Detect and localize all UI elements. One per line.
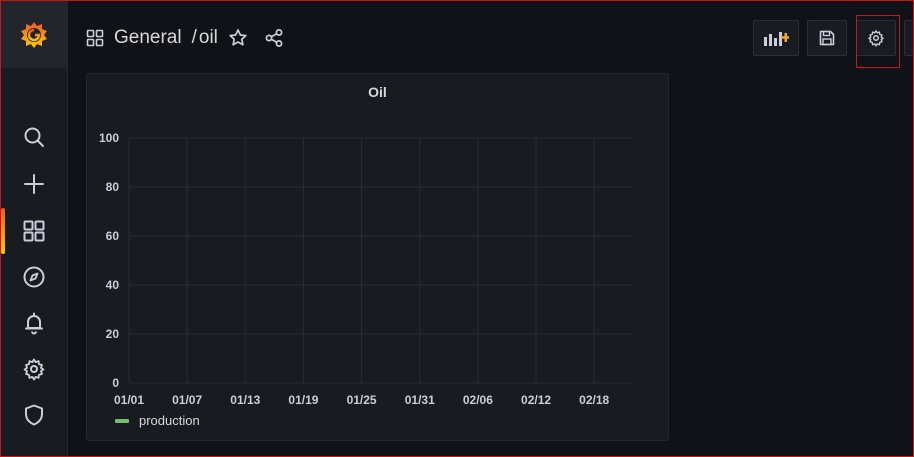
x-tick-label: 01/25 [347, 393, 377, 407]
legend-swatch-production [115, 418, 129, 423]
x-tick-label: 02/06 [463, 393, 493, 407]
dashboards-icon [23, 220, 45, 242]
add-panel-button[interactable] [753, 20, 799, 56]
x-tick-label: 01/31 [405, 393, 435, 407]
dashboard-grid-icon [86, 29, 104, 47]
search-icon [24, 127, 44, 147]
y-tick-label: 60 [106, 229, 120, 243]
breadcrumb-separator: / [191, 27, 197, 48]
sidebar-item-configuration[interactable] [1, 349, 67, 389]
star-icon[interactable] [228, 28, 248, 48]
add-panel-icon [764, 32, 789, 46]
plus-icon [24, 174, 44, 194]
breadcrumb-folder[interactable]: General [114, 27, 182, 49]
sidebar-item-search[interactable] [1, 117, 67, 157]
x-tick-label: 02/18 [579, 393, 609, 407]
y-tick-label: 0 [112, 376, 119, 390]
sidebar-item-explore[interactable] [1, 257, 67, 297]
x-tick-label: 01/07 [172, 393, 202, 407]
dashboard-title[interactable]: oil [199, 27, 218, 49]
legend: production [115, 413, 200, 428]
x-tick-label: 02/12 [521, 393, 551, 407]
legend-label-production[interactable]: production [139, 413, 200, 428]
gear-icon [868, 30, 884, 47]
dashboard-nav: General / oil [86, 24, 284, 52]
grafana-logo[interactable] [1, 1, 67, 68]
grafana-logo-icon [21, 21, 47, 48]
y-tick-label: 40 [106, 278, 120, 292]
x-tick-label: 01/13 [230, 393, 260, 407]
bell-icon [25, 312, 43, 335]
y-tick-label: 100 [99, 131, 119, 145]
more-toolbar-button[interactable] [904, 20, 914, 56]
sidebar-item-dashboards[interactable] [1, 211, 67, 251]
sidebar-item-create[interactable] [1, 164, 67, 204]
compass-icon [23, 266, 45, 288]
save-dashboard-button[interactable] [807, 20, 847, 56]
x-tick-label: 01/01 [114, 393, 144, 407]
oil-chart: 0 20 40 60 80 100 01/01 01/07 01/13 01/19 01/25 01/… [99, 131, 632, 407]
oil-panel: Oil 0 20 40 60 80 100 01/01 01/07 01/13 01/19 01/2… [86, 73, 669, 441]
sidebar-item-alerting[interactable] [1, 303, 67, 343]
dashboard-settings-button[interactable] [856, 20, 896, 56]
y-tick-label: 80 [106, 180, 120, 194]
save-icon [819, 30, 835, 46]
x-tick-label: 01/19 [288, 393, 318, 407]
sidebar [1, 1, 68, 456]
share-icon[interactable] [264, 28, 284, 48]
gear-icon [23, 358, 45, 381]
y-tick-label: 20 [106, 327, 120, 341]
sidebar-item-server-admin[interactable] [1, 395, 67, 435]
shield-icon [25, 404, 43, 426]
